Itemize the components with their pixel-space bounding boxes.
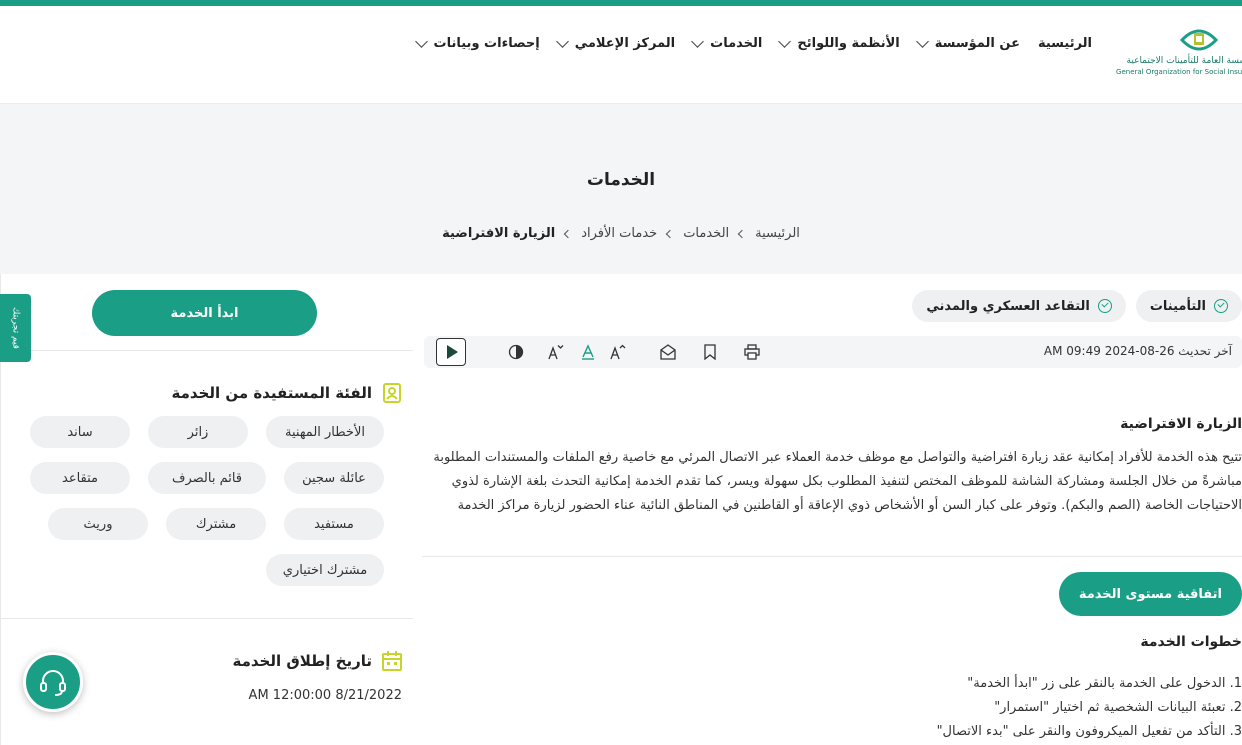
accessibility-toolbar: آخر تحديث 26-08-2024 AM 09:49 xyxy=(424,336,1242,368)
gosi-logo[interactable]: المؤسسة العامة للتأمينات الاجتماعية Gene… xyxy=(1116,24,1242,80)
service-description: تتيح هذه الخدمة للأفراد إمكانية عقد زيار… xyxy=(433,450,1242,513)
chevron-down-icon xyxy=(555,35,569,48)
last-updated: آخر تحديث 26-08-2024 AM 09:49 xyxy=(1043,344,1232,358)
breadcrumb-services[interactable]: الخدمات xyxy=(683,226,729,241)
play-icon[interactable] xyxy=(436,338,466,366)
headset-icon xyxy=(40,670,66,696)
logo-english-text: General Organization for Social Insuranc… xyxy=(1116,68,1242,76)
page-hero: الخدمات الرئيسية الخدمات خدمات الأفراد ا… xyxy=(0,104,1242,274)
steps-title: خطوات الخدمة xyxy=(1140,634,1242,650)
nav-home[interactable]: الرئيسية xyxy=(1038,36,1092,51)
contrast-icon[interactable] xyxy=(506,342,526,362)
tag-disbursement-officer[interactable]: قائم بالصرف xyxy=(148,462,266,494)
launch-date-heading: تاريخ إطلاق الخدمة xyxy=(233,650,402,672)
tag-retiree[interactable]: متقاعد xyxy=(30,462,130,494)
tag-visitor[interactable]: زائر xyxy=(148,416,248,448)
service-category-chips: التأمينات التقاعد العسكري والمدني xyxy=(912,290,1242,322)
font-increase-icon[interactable] xyxy=(608,342,628,362)
site-header: المؤسسة العامة للتأمينات الاجتماعية Gene… xyxy=(0,6,1242,104)
service-content: التأمينات التقاعد العسكري والمدني آخر تح… xyxy=(414,274,1242,745)
feedback-tab[interactable]: قيم تجربتك xyxy=(0,294,31,362)
breadcrumb-home[interactable]: الرئيسية xyxy=(755,226,800,241)
calendar-icon xyxy=(382,651,402,671)
service-steps: 1. الدخول على الخدمة بالنقر على زر "ابدأ… xyxy=(937,672,1242,744)
font-decrease-icon[interactable] xyxy=(546,342,566,362)
tag-prisoner-family[interactable]: عائلة سجين xyxy=(284,462,384,494)
beneficiary-tags: الأخطار المهنية زائر ساند عائلة سجين قائ… xyxy=(24,416,384,586)
chip-retirement[interactable]: التقاعد العسكري والمدني xyxy=(912,290,1126,322)
content-divider xyxy=(422,556,1242,557)
check-circle-icon xyxy=(1097,299,1112,313)
service-title: الزيارة الافتراضية xyxy=(1120,416,1242,432)
chevron-left-icon xyxy=(737,229,747,238)
tag-saned[interactable]: ساند xyxy=(30,416,130,448)
nav-regulations[interactable]: الأنظمة واللوائح xyxy=(778,35,900,51)
share-icon[interactable] xyxy=(658,342,678,362)
check-circle-icon xyxy=(1214,299,1228,313)
chevron-left-icon xyxy=(665,229,675,238)
tag-beneficiary[interactable]: مستفيد xyxy=(284,508,384,540)
support-chat-button[interactable] xyxy=(23,652,83,712)
logo-arabic-text: المؤسسة العامة للتأمينات الاجتماعية xyxy=(1126,56,1242,66)
gosi-logo-icon xyxy=(1179,29,1219,51)
font-normal-icon[interactable] xyxy=(578,342,598,362)
nav-about[interactable]: عن المؤسسة xyxy=(915,35,1020,51)
start-service-button[interactable]: ابدأ الخدمة xyxy=(92,290,317,336)
nav-media-center[interactable]: المركز الإعلامي xyxy=(555,35,675,51)
sidebar-divider xyxy=(1,350,413,351)
chevron-down-icon xyxy=(915,35,929,48)
user-badge-icon xyxy=(383,383,401,403)
step-item: 3. التأكد من تفعيل الميكروفون والنقر على… xyxy=(936,724,1242,739)
chevron-left-icon xyxy=(563,229,573,238)
main-nav: الرئيسية عن المؤسسة الأنظمة واللوائح الخ… xyxy=(414,35,1092,51)
page-title: الخدمات xyxy=(586,170,656,190)
print-icon[interactable] xyxy=(742,342,762,362)
breadcrumb: الرئيسية الخدمات خدمات الأفراد الزيارة ا… xyxy=(0,226,1242,241)
chevron-down-icon xyxy=(414,35,428,48)
breadcrumb-individual-services[interactable]: خدمات الأفراد xyxy=(581,226,657,241)
launch-date-value: 8/21/2022 12:00:00 AM xyxy=(248,688,402,703)
beneficiary-heading: الفئة المستفيدة من الخدمة xyxy=(171,382,402,404)
chevron-down-icon xyxy=(778,35,792,48)
tag-voluntary-subscriber[interactable]: مشترك اختياري xyxy=(266,554,384,586)
breadcrumb-current: الزيارة الافتراضية xyxy=(442,226,556,241)
nav-services[interactable]: الخدمات xyxy=(691,35,762,51)
step-item: 2. تعبئة البيانات الشخصية ثم اختيار "است… xyxy=(994,700,1242,715)
chip-insurance[interactable]: التأمينات xyxy=(1135,290,1242,322)
chevron-down-icon xyxy=(691,35,705,48)
nav-statistics[interactable]: إحصاءات وبيانات xyxy=(414,35,540,51)
bookmark-icon[interactable] xyxy=(700,342,720,362)
sidebar-divider xyxy=(1,618,413,619)
sla-button[interactable]: اتفاقية مستوى الخدمة xyxy=(1058,572,1242,616)
tag-subscriber[interactable]: مشترك xyxy=(166,508,266,540)
step-item: 1. الدخول على الخدمة بالنقر على زر "ابدأ… xyxy=(967,676,1242,691)
tag-occupational-hazards[interactable]: الأخطار المهنية xyxy=(266,416,384,448)
tag-heir[interactable]: وريث xyxy=(48,508,148,540)
